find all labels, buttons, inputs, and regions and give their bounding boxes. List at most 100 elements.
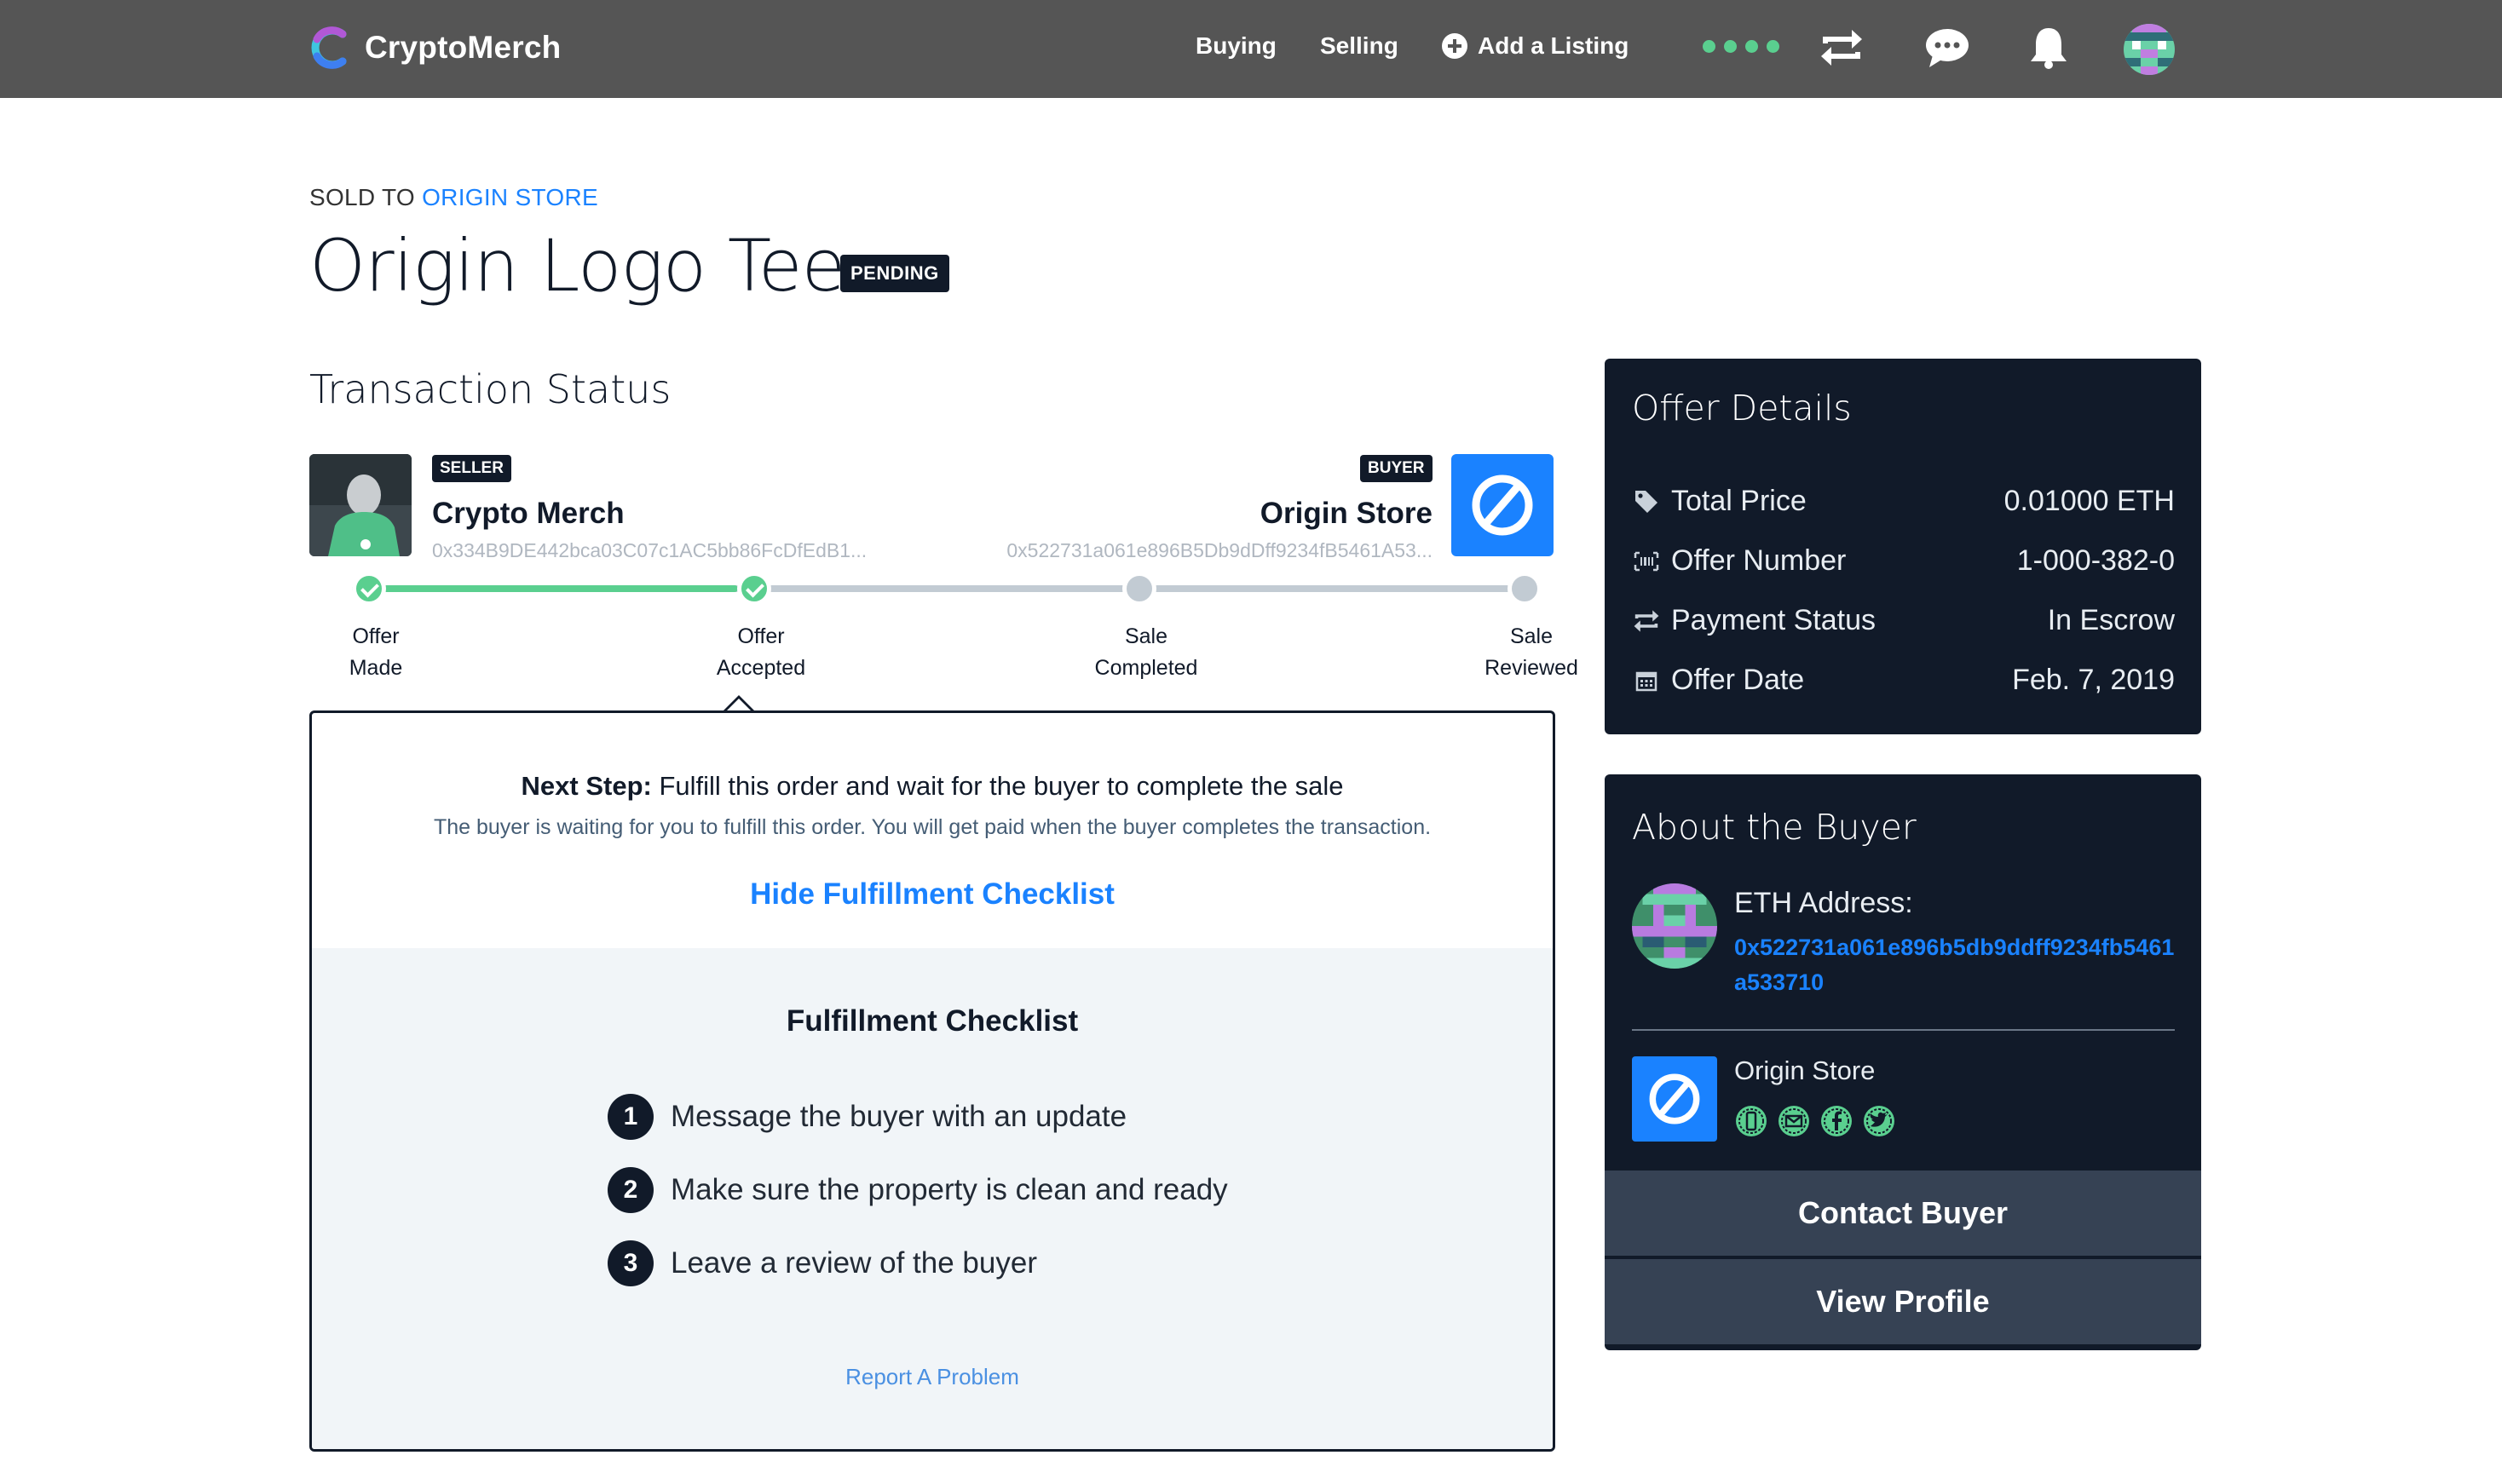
step-label-line: Completed [1094,656,1198,680]
step-label: Offer Accepted [684,621,838,684]
buyer-avatar[interactable] [1451,454,1554,556]
offer-details-card: Offer Details Total Price 0.01000 ETH Of… [1605,359,2201,734]
checklist-text: Make sure the property is clean and read… [671,1173,1228,1206]
next-step-panel: Next Step: Fulfill this order and wait f… [309,710,1555,1452]
step-label: Sale Completed [1069,621,1223,684]
tag-icon [1632,487,1661,516]
offer-row-total-price: Total Price 0.01000 ETH [1632,485,2175,518]
offer-row-label: Offer Number [1671,544,1847,577]
offer-row-value: Feb. 7, 2019 [2012,664,2175,696]
seller-address: 0x334B9DE442bca03C07c1AC5bb86FcDfEdB1... [432,539,868,561]
origin-logo-icon [1649,1073,1700,1125]
offer-row-label: Total Price [1671,485,1807,517]
offer-row-label: Offer Date [1671,664,1805,696]
step-label-line: Sale [1509,624,1554,648]
step-label-line: Accepted [716,656,806,680]
fulfillment-checklist: Fulfillment Checklist 1 Message the buye… [312,948,1553,1449]
plus-circle-icon [1442,33,1467,59]
checklist-text: Message the buyer with an update [671,1100,1127,1133]
progress-fill [352,585,738,592]
checklist-number: 2 [608,1167,654,1213]
buyer-identicon[interactable] [1632,883,1717,969]
offer-row-label: Payment Status [1671,604,1876,636]
seller-badge: SELLER [432,455,511,482]
seller-name[interactable]: Crypto Merch [432,497,625,531]
buyer-store-logo[interactable] [1632,1056,1717,1142]
step-pending-dot [1508,572,1542,606]
step-complete-check-icon [352,572,386,606]
view-profile-button[interactable]: View Profile [1605,1259,2201,1344]
step-label-line: Made [349,656,403,680]
step-label-line: Sale [1124,624,1168,648]
checklist-number: 3 [608,1240,654,1286]
status-badge: PENDING [840,255,949,292]
report-problem-link[interactable]: Report A Problem [312,1364,1553,1390]
nav-add-listing[interactable]: Add a Listing [1442,32,1629,60]
facebook-icon [1819,1104,1853,1138]
transaction-status-title: Transaction Status [309,366,672,412]
phone-icon [1734,1104,1768,1138]
step-label: Offer Made [299,621,453,684]
buyer-address: 0x522731a061e896B5Db9dDff9234fB5461A53..… [1006,539,1433,561]
checklist-item: 3 Leave a review of the buyer [608,1240,1037,1286]
calendar-icon [1632,666,1661,695]
offer-row-value: In Escrow [2047,604,2175,636]
connection-status-dots[interactable] [1703,40,1779,53]
user-avatar[interactable] [2124,24,2175,75]
step-pending-dot [1122,572,1156,606]
status-dot [1767,40,1779,53]
divider [1632,1029,2175,1031]
offer-row-value: 0.01000 ETH [2003,485,2175,517]
checklist-title: Fulfillment Checklist [786,1004,1079,1038]
step-label-line: Offer [737,624,785,648]
verification-badges [1734,1104,1896,1138]
top-navbar: CryptoMerch Buying Selling Add a Listing [0,0,2502,98]
checklist-item: 2 Make sure the property is clean and re… [608,1167,1228,1213]
next-step-pointer [722,695,756,712]
brand[interactable]: CryptoMerch [308,24,561,72]
messages-icon[interactable] [1922,22,1973,73]
offer-row-payment-status: Payment Status In Escrow [1632,604,2175,637]
transactions-icon[interactable] [1816,22,1867,73]
buyer-badge: BUYER [1360,455,1433,482]
nav-buying[interactable]: Buying [1196,32,1277,60]
eth-address-link[interactable]: 0x522731a061e896b5db9ddff9234fb5461a5337… [1734,930,2177,1000]
offer-row-offer-date: Offer Date Feb. 7, 2019 [1632,664,2175,697]
notifications-bell-icon[interactable] [2023,22,2074,73]
next-step-text: Fulfill this order and wait for the buye… [659,771,1344,801]
page-title: Origin Logo Tee [309,224,845,308]
checklist-text: Leave a review of the buyer [671,1246,1037,1280]
status-dot [1745,40,1758,53]
checklist-number: 1 [608,1094,654,1140]
status-dot [1703,40,1715,53]
next-step-description: The buyer is waiting for you to fulfill … [433,815,1432,839]
buyer-name[interactable]: Origin Store [1193,497,1433,531]
checklist-item: 1 Message the buyer with an update [608,1094,1127,1140]
email-icon [1777,1104,1811,1138]
nav-add-listing-label: Add a Listing [1478,32,1629,59]
sold-to-link[interactable]: ORIGIN STORE [422,184,598,210]
next-step-heading: Next Step: Fulfill this order and wait f… [312,771,1553,802]
step-label: Sale Reviewed [1455,621,1608,684]
nav-selling[interactable]: Selling [1320,32,1398,60]
buyer-store-name[interactable]: Origin Store [1734,1055,1875,1086]
step-complete-check-icon [737,572,771,606]
twitter-icon [1862,1104,1896,1138]
barcode-icon [1632,547,1661,576]
offer-details-title: Offer Details [1632,388,1852,429]
offer-row-offer-number: Offer Number 1-000-382-0 [1632,544,2175,578]
about-buyer-card: About the Buyer ETH Address: 0x522731a06… [1605,774,2201,1350]
about-buyer-title: About the Buyer [1632,807,1917,848]
step-label-line: Reviewed [1484,656,1578,680]
sold-to-line: SOLD TO ORIGIN STORE [309,184,598,211]
sold-to-prefix: SOLD TO [309,184,415,210]
contact-buyer-button[interactable]: Contact Buyer [1605,1171,2201,1256]
origin-logo-icon [1472,475,1533,536]
hide-checklist-toggle[interactable]: Hide Fulfillment Checklist [312,877,1553,912]
eth-address-label: ETH Address: [1734,887,1913,919]
step-label-line: Offer [352,624,400,648]
offer-row-value: 1-000-382-0 [2016,544,2175,577]
seller-avatar[interactable] [309,454,412,556]
transfer-icon [1632,607,1661,636]
next-step-label: Next Step: [521,771,652,801]
